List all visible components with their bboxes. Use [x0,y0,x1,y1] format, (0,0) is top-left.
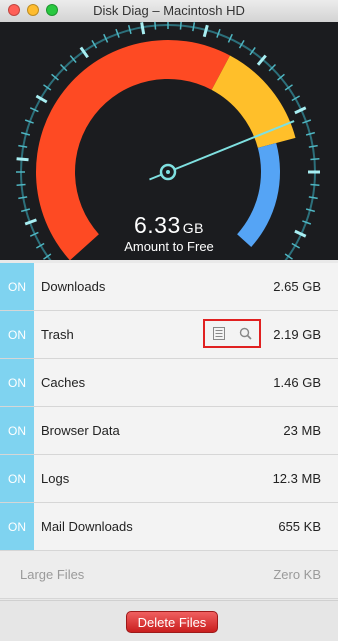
gauge-tick [310,183,320,186]
amount-label: Amount to Free [124,239,214,254]
item-size: 655 KB [278,519,321,534]
magnifier-icon[interactable] [239,327,253,341]
gauge-tick [179,22,182,30]
toggle-caches[interactable]: ON [0,359,34,406]
gauge-tick [140,22,146,35]
gauge-segment-trash [211,55,296,148]
gauge-tick [310,158,320,161]
item-size: 2.19 GB [273,327,321,342]
gauge-tick [308,196,318,200]
item-label: Large Files [20,567,85,582]
cleanup-list: ON Downloads 2.65 GB ON Trash 2.19 GB ON… [0,263,338,599]
toggle-mail-downloads[interactable]: ON [0,503,34,550]
item-label: Caches [41,375,86,390]
item-size: 2.65 GB [273,279,321,294]
list-item-caches: ON Caches 1.46 GB [0,359,338,407]
list-icon[interactable] [212,327,226,341]
list-item-downloads: ON Downloads 2.65 GB [0,263,338,311]
gauge-tick [16,157,29,162]
toggle-trash[interactable]: ON [0,311,34,358]
item-label: Trash [41,327,74,342]
item-label: Browser Data [41,423,120,438]
item-label: Mail Downloads [41,519,133,534]
item-size: 23 MB [283,423,321,438]
gauge-tick [18,144,28,148]
list-item-mail-downloads: ON Mail Downloads 655 KB [0,503,338,551]
toggle-downloads[interactable]: ON [0,263,34,310]
item-size: 12.3 MB [272,471,321,486]
gauge-tick [202,24,209,38]
gauge-tick [192,22,196,32]
item-size: Zero KB [273,567,321,582]
list-item-browser-data: ON Browser Data 23 MB [0,407,338,455]
delete-files-button[interactable]: Delete Files [126,611,218,633]
footer-bar: Delete Files [0,600,338,641]
gauge-panel: 6.33 GB Amount to Free [0,22,338,260]
gauge-tick [154,22,157,30]
list-item-large-files[interactable]: Large Files Zero KB [0,551,338,599]
window-title: Disk Diag – Macintosh HD [93,3,245,18]
list-item-logs: ON Logs 12.3 MB [0,455,338,503]
title-bar: Disk Diag – Macintosh HD [0,0,338,23]
toggle-logs[interactable]: ON [0,455,34,502]
amount-value: 6.33 [134,212,181,238]
trash-actions [203,319,261,348]
gauge-tick [16,183,26,186]
item-label: Logs [41,471,70,486]
amount-to-free: 6.33 GB [0,212,338,239]
amount-unit: GB [182,220,204,236]
gauge-tick [308,144,318,148]
toggle-browser-data[interactable]: ON [0,407,34,454]
list-item-trash: ON Trash 2.19 GB [0,311,338,359]
item-label: Downloads [41,279,106,294]
item-size: 1.46 GB [273,375,321,390]
gauge-tick [18,196,28,200]
